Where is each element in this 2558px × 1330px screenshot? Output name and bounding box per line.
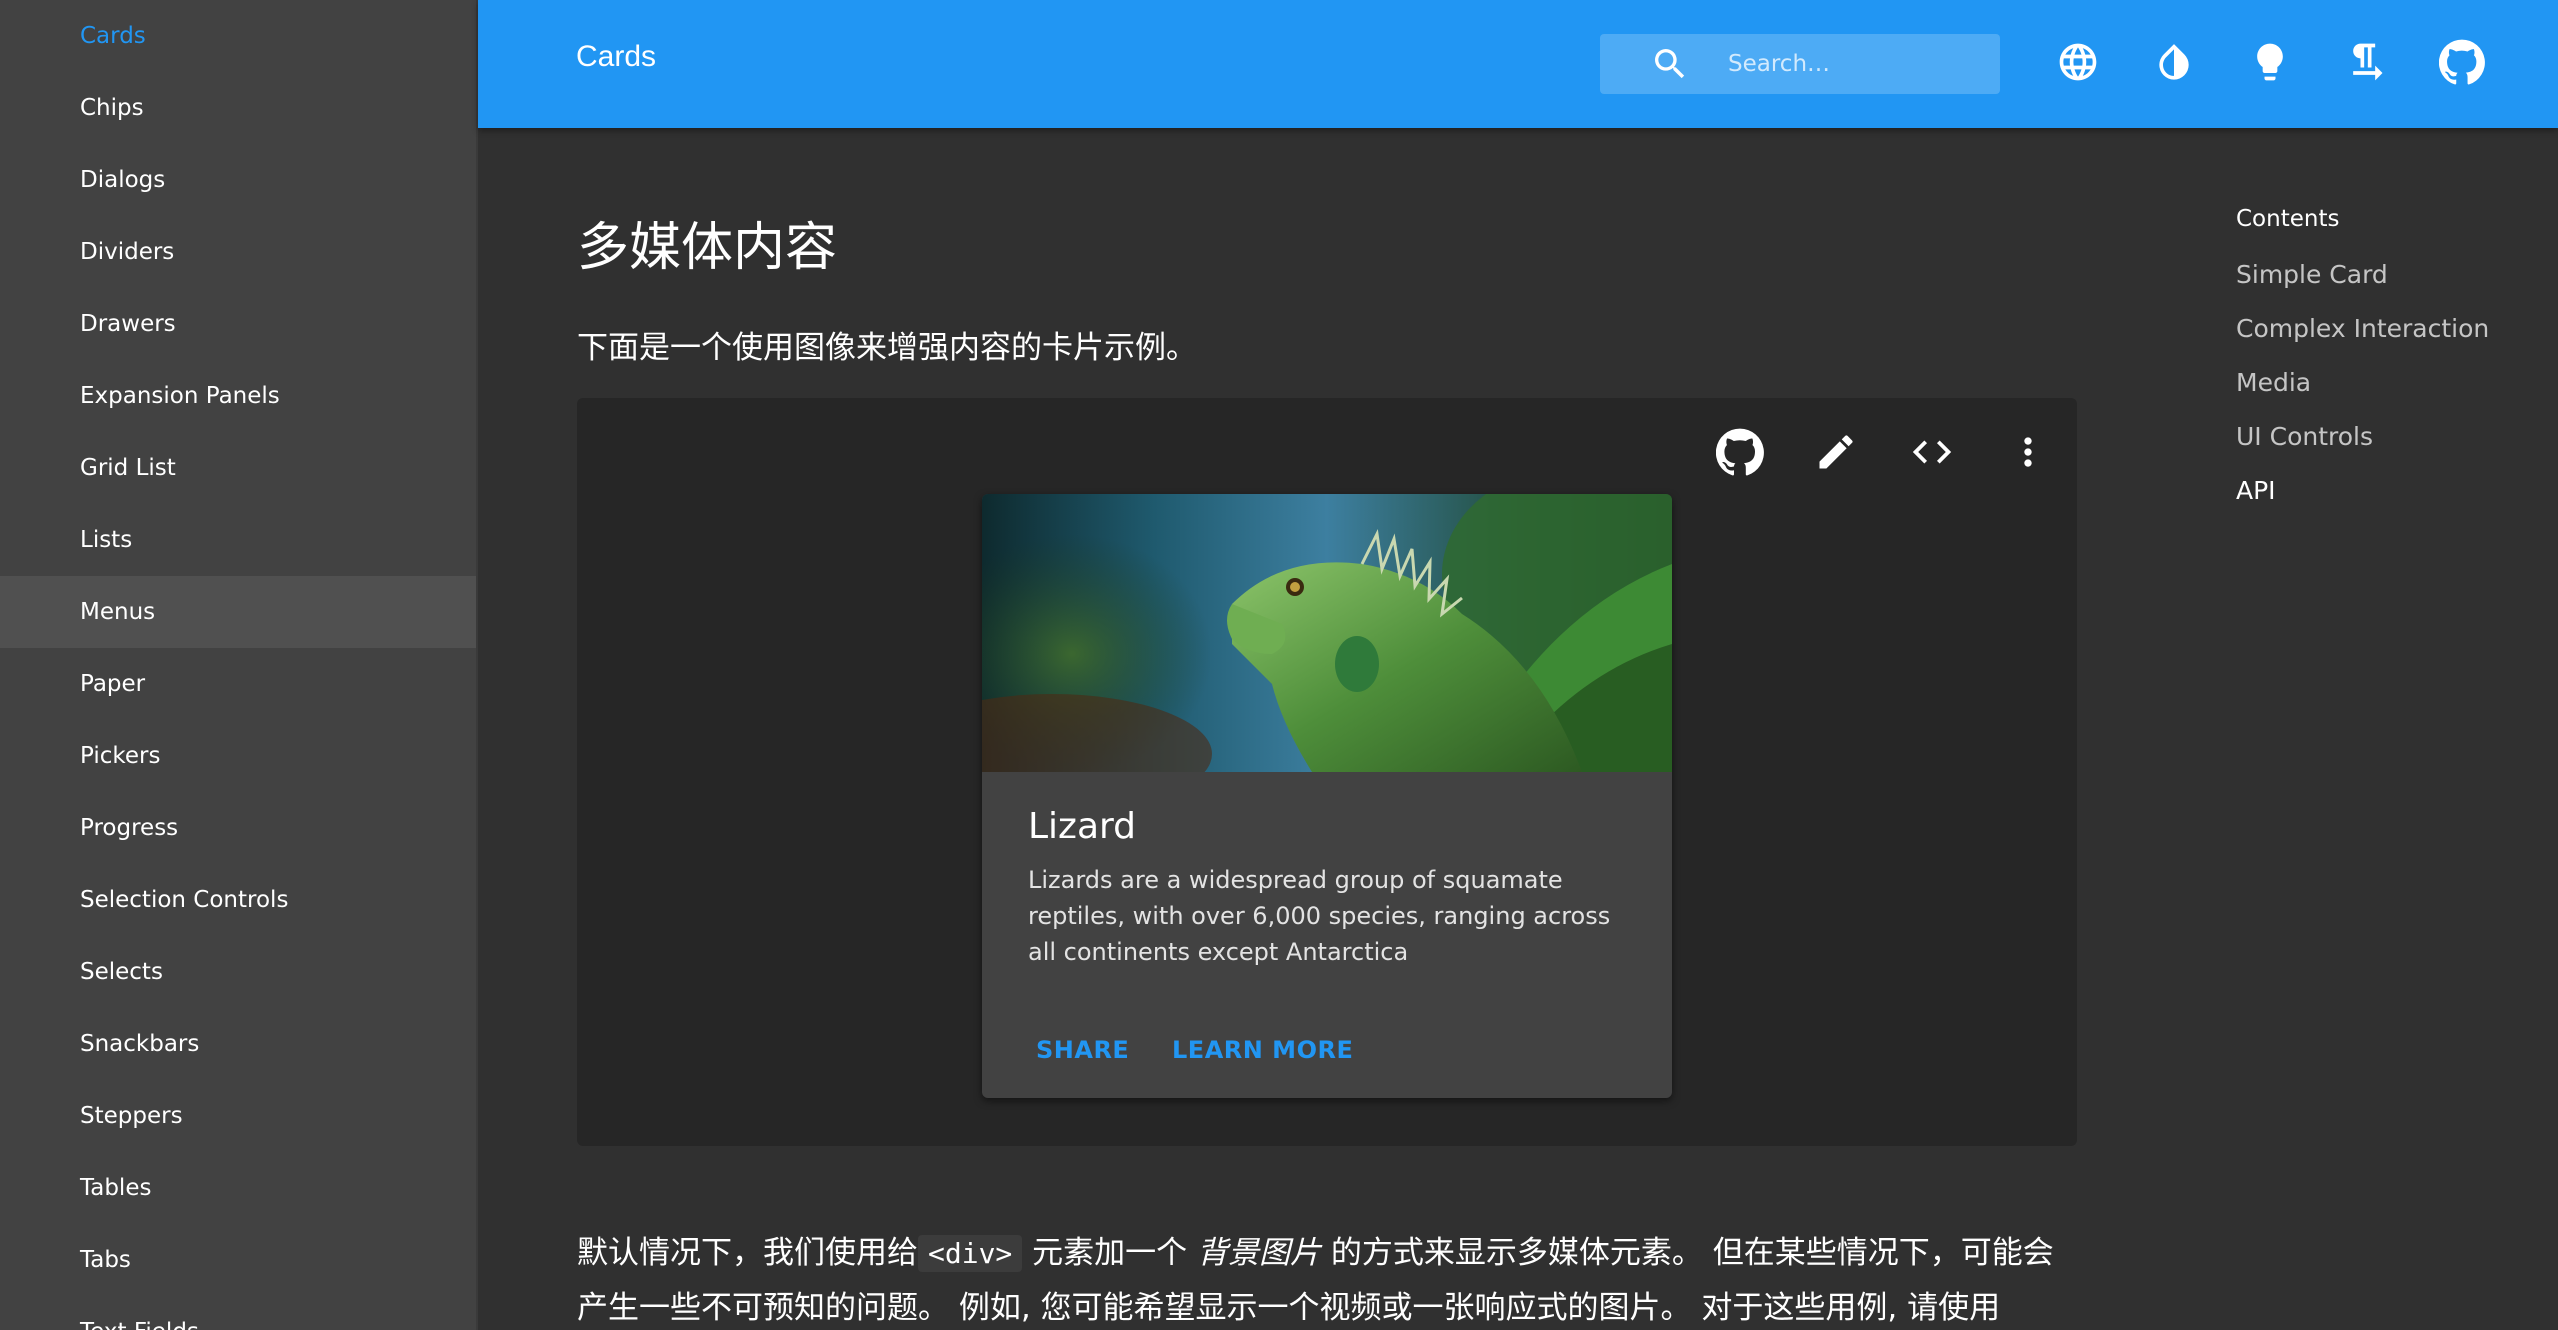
body-paragraph: 默认情况下，我们使用给 <div> 元素加一个 背景图片 的方式来显示多媒体元素。…: [577, 1226, 2067, 1330]
search-input[interactable]: [1728, 34, 1988, 94]
body-text-2: 元素加一个: [1022, 1235, 1198, 1271]
language-icon: [2056, 40, 2100, 88]
sidebar-item-snackbars[interactable]: Snackbars: [0, 1008, 476, 1080]
sidebar-item-dividers[interactable]: Dividers: [0, 216, 476, 288]
sidebar-item-tables[interactable]: Tables: [0, 1152, 476, 1224]
sidebar-item-text-fields[interactable]: Text Fields: [0, 1296, 476, 1330]
toc-title: Contents: [2236, 206, 2340, 232]
toc-item-simple-card[interactable]: Simple Card: [2236, 260, 2388, 289]
inline-code: <div>: [918, 1235, 1023, 1272]
more-vert-icon: [2006, 430, 2050, 478]
toc-item-complex-interaction[interactable]: Complex Interaction: [2236, 314, 2489, 343]
sidebar-item-selection-controls[interactable]: Selection Controls: [0, 864, 476, 936]
github-icon: [2438, 39, 2485, 89]
toc-item-api[interactable]: API: [2236, 476, 2276, 505]
share-button[interactable]: SHARE: [1036, 1022, 1129, 1078]
more-options-button[interactable]: [1996, 422, 2060, 486]
sidebar-item-lists[interactable]: Lists: [0, 504, 476, 576]
sidebar-item-steppers[interactable]: Steppers: [0, 1080, 476, 1152]
sidebar-item-expansion-panels[interactable]: Expansion Panels: [0, 360, 476, 432]
body-emphasis: 背景图片: [1197, 1235, 1322, 1271]
toc-item-media[interactable]: Media: [2236, 368, 2311, 397]
page-title: Cards: [576, 40, 657, 73]
view-source-github-button[interactable]: [1708, 422, 1772, 486]
code-icon: [1909, 429, 1955, 479]
edit-icon: [1814, 430, 1858, 478]
app-bar: Cards: [478, 0, 2558, 128]
edit-demo-button[interactable]: [1804, 422, 1868, 486]
card-description: Lizards are a widespread group of squama…: [1028, 866, 1611, 966]
sidebar-item-dialogs[interactable]: Dialogs: [0, 144, 476, 216]
sidebar-item-grid-list[interactable]: Grid List: [0, 432, 476, 504]
sidebar-item-selects[interactable]: Selects: [0, 936, 476, 1008]
show-source-button[interactable]: [1900, 422, 1964, 486]
text-direction-button[interactable]: [2336, 34, 2396, 94]
language-button[interactable]: [2048, 34, 2108, 94]
sidebar-item-progress[interactable]: Progress: [0, 792, 476, 864]
sidebar-item-chips[interactable]: Chips: [0, 72, 476, 144]
toc-item-ui-controls[interactable]: UI Controls: [2236, 422, 2373, 451]
sidebar-nav: Cards Chips Dialogs Dividers Drawers Exp…: [0, 0, 478, 1330]
toggle-theme-button[interactable]: [2144, 34, 2204, 94]
sidebar-item-pickers[interactable]: Pickers: [0, 720, 476, 792]
card-media-image[interactable]: [982, 494, 1672, 772]
github-icon: [1715, 428, 1764, 480]
ideas-button[interactable]: [2240, 34, 2300, 94]
lightbulb-icon: [2248, 40, 2292, 88]
section-heading: 多媒体内容: [577, 218, 838, 278]
sidebar-item-cards[interactable]: Cards: [0, 0, 476, 72]
section-intro: 下面是一个使用图像来增强内容的卡片示例。: [577, 330, 1197, 366]
sidebar-item-drawers[interactable]: Drawers: [0, 288, 476, 360]
learn-more-button[interactable]: LEARN MORE: [1172, 1022, 1353, 1078]
search-icon: [1650, 44, 1690, 84]
media-card: Lizard Lizards are a widespread group of…: [982, 494, 1672, 1098]
sidebar-item-menus[interactable]: Menus: [0, 576, 476, 648]
card-title: Lizard: [1028, 806, 1137, 847]
github-button[interactable]: [2432, 34, 2492, 94]
sidebar-item-tabs[interactable]: Tabs: [0, 1224, 476, 1296]
demo-container: Lizard Lizards are a widespread group of…: [577, 398, 2077, 1146]
sidebar-item-paper[interactable]: Paper: [0, 648, 476, 720]
body-text-1: 默认情况下，我们使用给: [577, 1235, 918, 1271]
invert-colors-icon: [2152, 40, 2196, 88]
search-box[interactable]: [1600, 34, 2000, 94]
text-direction-icon: [2344, 40, 2388, 88]
